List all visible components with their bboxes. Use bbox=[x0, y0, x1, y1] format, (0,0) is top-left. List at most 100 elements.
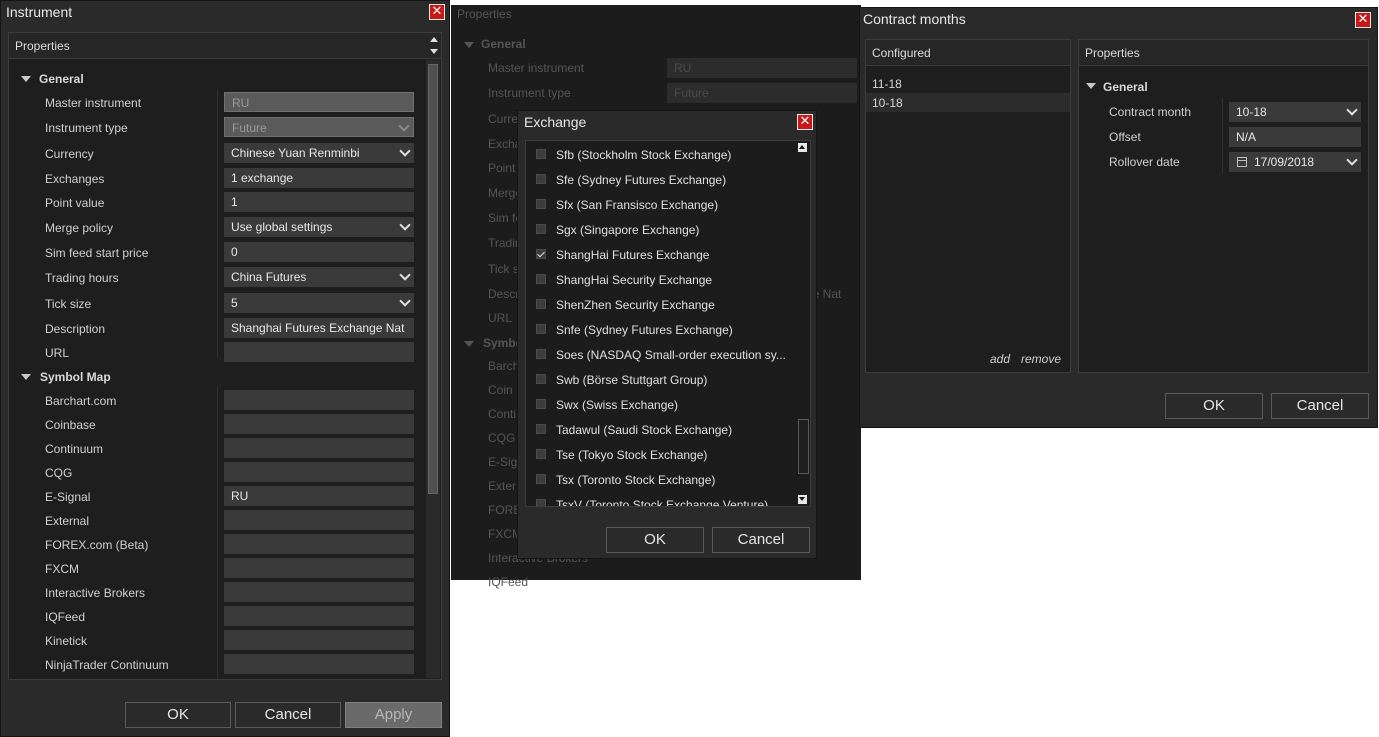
property-field[interactable]: Shanghai Futures Exchange Nat bbox=[224, 318, 414, 338]
scroll-down-button[interactable] bbox=[798, 495, 807, 504]
close-button[interactable]: ✕ bbox=[1355, 12, 1371, 28]
symbol-map-field[interactable] bbox=[224, 606, 414, 626]
checkbox[interactable] bbox=[536, 199, 546, 209]
section-general[interactable]: General bbox=[1079, 75, 1359, 99]
exchange-item-label: ShangHai Security Exchange bbox=[556, 273, 713, 287]
checkbox[interactable] bbox=[536, 149, 546, 159]
exchange-item[interactable]: ShangHai Security Exchange bbox=[526, 268, 796, 293]
rollover-date-picker[interactable]: 17/09/2018 bbox=[1229, 152, 1361, 172]
bg-label: Barch bbox=[488, 359, 520, 373]
close-button[interactable]: ✕ bbox=[429, 4, 445, 20]
exchange-title: Exchange bbox=[524, 114, 587, 130]
symbol-map-label: FXCM bbox=[45, 562, 79, 576]
checkbox[interactable] bbox=[536, 399, 546, 409]
checkbox[interactable] bbox=[536, 474, 546, 484]
checkbox[interactable] bbox=[536, 499, 546, 506]
checkbox[interactable] bbox=[536, 349, 546, 359]
section-general[interactable]: General bbox=[9, 67, 419, 91]
exchange-item[interactable]: Tsx (Toronto Stock Exchange) bbox=[526, 468, 796, 493]
property-dropdown[interactable]: Use global settings bbox=[224, 217, 414, 237]
property-field[interactable]: 1 bbox=[224, 192, 414, 212]
expand-triangle-icon[interactable] bbox=[21, 374, 31, 380]
checkbox[interactable] bbox=[536, 174, 546, 184]
exchange-scrollbar[interactable] bbox=[796, 141, 810, 506]
cancel-button[interactable]: Cancel bbox=[712, 527, 810, 553]
symbol-map-field[interactable] bbox=[224, 414, 414, 434]
expand-triangle-icon[interactable] bbox=[1086, 83, 1096, 89]
contract-titlebar: Contract months ✕ bbox=[860, 8, 1377, 32]
configured-item-selected[interactable]: 10-18 bbox=[866, 93, 1070, 112]
contract-month-dropdown[interactable]: 10-18 bbox=[1229, 102, 1361, 122]
section-symbol-map[interactable]: Symbol Map bbox=[9, 365, 419, 389]
exchange-item[interactable]: Swb (Börse Stuttgart Group) bbox=[526, 368, 796, 393]
add-link[interactable]: add bbox=[990, 352, 1010, 366]
checkbox[interactable] bbox=[536, 374, 546, 384]
property-dropdown[interactable]: Chinese Yuan Renminbi bbox=[224, 143, 414, 163]
symbol-map-field[interactable] bbox=[224, 582, 414, 602]
rollover-date-value: 17/09/2018 bbox=[1254, 155, 1315, 169]
bg-expand-icon bbox=[464, 341, 474, 347]
symbol-map-field[interactable] bbox=[224, 534, 414, 554]
exchange-item[interactable]: Sfx (San Fransisco Exchange) bbox=[526, 193, 796, 218]
exchange-item[interactable]: TsxV (Toronto Stock Exchange Venture) bbox=[526, 493, 796, 506]
configured-item[interactable]: 11-18 bbox=[866, 74, 1070, 93]
scrollbar-thumb[interactable] bbox=[428, 64, 438, 494]
close-button[interactable]: ✕ bbox=[797, 114, 813, 130]
checkbox[interactable] bbox=[536, 424, 546, 434]
property-field[interactable]: 0 bbox=[224, 242, 414, 262]
contract-month-value: 10-18 bbox=[1236, 105, 1267, 119]
symbol-map-field[interactable] bbox=[224, 462, 414, 482]
checkbox[interactable] bbox=[536, 324, 546, 334]
scroll-up-arrow-icon[interactable] bbox=[430, 37, 438, 42]
offset-field[interactable]: N/A bbox=[1229, 127, 1361, 147]
bg-label: Tick s bbox=[488, 262, 519, 276]
exchange-item[interactable]: Sgx (Singapore Exchange) bbox=[526, 218, 796, 243]
exchange-item[interactable]: Sfe (Sydney Futures Exchange) bbox=[526, 168, 796, 193]
checkbox-checked[interactable] bbox=[536, 249, 546, 259]
property-label: Merge policy bbox=[45, 221, 114, 235]
symbol-map-field[interactable] bbox=[224, 390, 414, 410]
symbol-map-field[interactable] bbox=[224, 438, 414, 458]
symbol-map-field[interactable] bbox=[224, 558, 414, 578]
exchange-item[interactable]: Soes (NASDAQ Small-order execution sy... bbox=[526, 343, 796, 368]
exchange-item[interactable]: Tse (Tokyo Stock Exchange) bbox=[526, 443, 796, 468]
symbol-map-field[interactable] bbox=[224, 510, 414, 530]
apply-button[interactable]: Apply bbox=[345, 702, 442, 728]
property-field[interactable]: 1 exchange bbox=[224, 168, 414, 188]
checkbox[interactable] bbox=[536, 449, 546, 459]
checkbox[interactable] bbox=[536, 274, 546, 284]
symbol-map-row: Barchart.com bbox=[9, 389, 419, 413]
calendar-icon bbox=[1237, 157, 1247, 167]
scrollbar-thumb[interactable] bbox=[798, 419, 809, 474]
exchange-item[interactable]: Snfe (Sydney Futures Exchange) bbox=[526, 318, 796, 343]
vertical-scrollbar[interactable] bbox=[426, 60, 440, 678]
property-value: Chinese Yuan Renminbi bbox=[231, 146, 360, 160]
cancel-button[interactable]: Cancel bbox=[1271, 393, 1369, 419]
remove-link[interactable]: remove bbox=[1021, 352, 1061, 366]
exchange-item[interactable]: Swx (Swiss Exchange) bbox=[526, 393, 796, 418]
ok-button[interactable]: OK bbox=[606, 527, 704, 553]
property-dropdown[interactable]: 5 bbox=[224, 293, 414, 313]
scroll-up-button[interactable] bbox=[798, 143, 807, 152]
property-label: Instrument type bbox=[45, 121, 128, 135]
property-row: Merge policy Use global settings bbox=[9, 216, 419, 240]
exchange-item[interactable]: ShenZhen Security Exchange bbox=[526, 293, 796, 318]
ok-button[interactable]: OK bbox=[1165, 393, 1263, 419]
exchange-item[interactable]: ShangHai Futures Exchange bbox=[526, 243, 796, 268]
exchange-item-label: Soes (NASDAQ Small-order execution sy... bbox=[556, 348, 786, 362]
symbol-map-field[interactable]: RU bbox=[224, 486, 414, 506]
ok-button[interactable]: OK bbox=[125, 702, 231, 728]
property-field[interactable] bbox=[224, 342, 414, 362]
scroll-down-arrow-icon[interactable] bbox=[430, 49, 438, 54]
expand-triangle-icon[interactable] bbox=[21, 76, 31, 82]
symbol-map-field[interactable] bbox=[224, 654, 414, 674]
symbol-map-field[interactable] bbox=[224, 630, 414, 650]
property-value: 0 bbox=[231, 245, 238, 259]
checkbox[interactable] bbox=[536, 299, 546, 309]
exchange-item[interactable]: Sfb (Stockholm Stock Exchange) bbox=[526, 143, 796, 168]
property-label: Currency bbox=[45, 147, 94, 161]
exchange-item[interactable]: Tadawul (Saudi Stock Exchange) bbox=[526, 418, 796, 443]
cancel-button[interactable]: Cancel bbox=[235, 702, 341, 728]
checkbox[interactable] bbox=[536, 224, 546, 234]
property-dropdown[interactable]: China Futures bbox=[224, 267, 414, 287]
